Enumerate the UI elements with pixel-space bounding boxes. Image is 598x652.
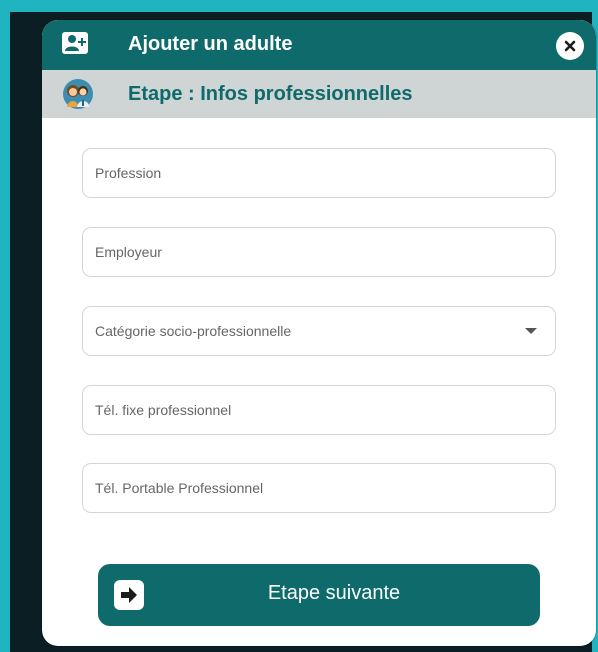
close-button[interactable]: [556, 32, 584, 60]
employer-input[interactable]: [83, 228, 555, 276]
profession-input[interactable]: [83, 149, 555, 197]
step-title: Etape : Infos professionnelles: [128, 83, 413, 105]
people-avatar-icon: [62, 78, 94, 110]
add-user-icon: [62, 32, 88, 54]
add-adult-dialog: Ajouter un adulte Etape: Infos professi…: [42, 20, 596, 646]
work-landline-input[interactable]: [83, 386, 555, 434]
work-mobile-input[interactable]: [83, 464, 555, 512]
work-mobile-field[interactable]: [82, 463, 556, 513]
chevron-down-icon: [525, 328, 537, 334]
work-landline-field[interactable]: [82, 385, 556, 435]
dialog-title: Ajouter un adulte: [128, 33, 293, 55]
dialog-header: Ajouter un adulte: [42, 20, 596, 70]
step-bar: Etape : Infos professionnelles: [42, 70, 596, 118]
next-step-button[interactable]: Etape suivante: [98, 564, 540, 626]
next-step-label: Etape suivante: [267, 582, 401, 604]
close-icon: [564, 40, 576, 52]
page: Ajouter un adulte Etape: Infos professi…: [0, 0, 598, 652]
socio-professional-category-select[interactable]: Catégorie socio-professionnelle: [82, 306, 556, 356]
profession-field[interactable]: [82, 148, 556, 198]
employer-field[interactable]: [82, 227, 556, 277]
category-select-label: Catégorie socio-professionnelle: [95, 323, 292, 339]
